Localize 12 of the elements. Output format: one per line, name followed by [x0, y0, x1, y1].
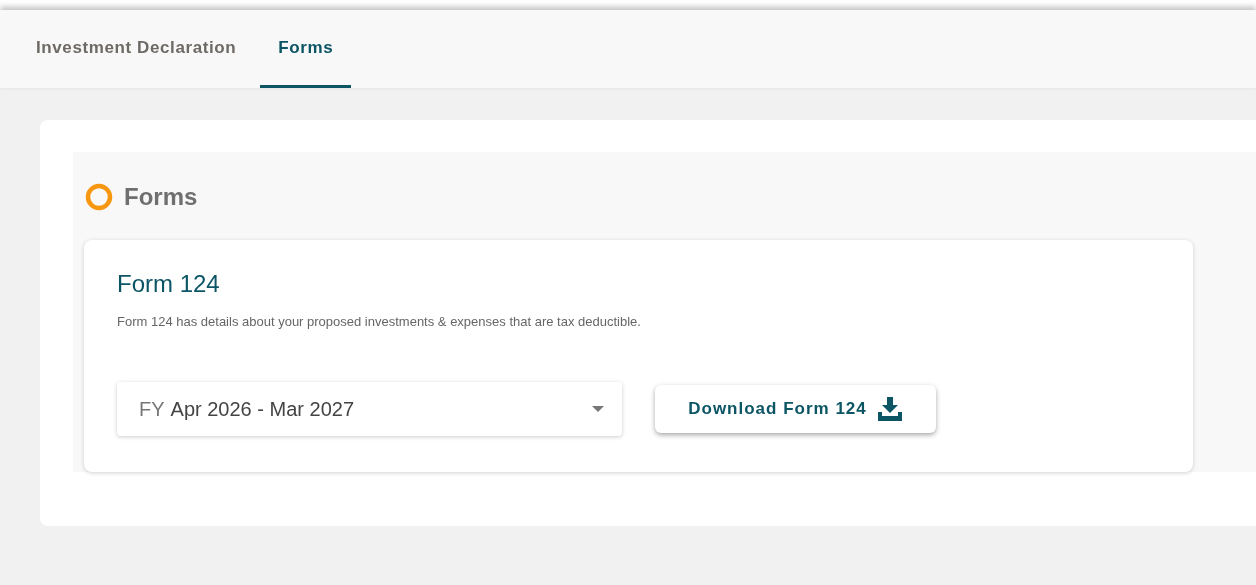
- tab[interactable]: Forms: [260, 10, 352, 88]
- period-select[interactable]: FY Apr 2026 - Mar 2027: [117, 382, 622, 436]
- form-title: Form 124: [117, 270, 221, 298]
- select-value: Apr 2026 - Mar 2027: [170, 397, 355, 421]
- ring-icon: [84, 182, 114, 212]
- section-title: Forms: [124, 183, 198, 211]
- tab[interactable]: Investment Declaration: [18, 10, 255, 88]
- select-prefix: FY: [139, 397, 165, 421]
- form-description: Form 124 has details about your proposed investments & expenses that are tax deductible.: [117, 314, 642, 329]
- dropdown-caret-icon: [592, 405, 604, 413]
- download-button[interactable]: Download Form 124: [655, 385, 936, 433]
- download-icon: [876, 397, 903, 421]
